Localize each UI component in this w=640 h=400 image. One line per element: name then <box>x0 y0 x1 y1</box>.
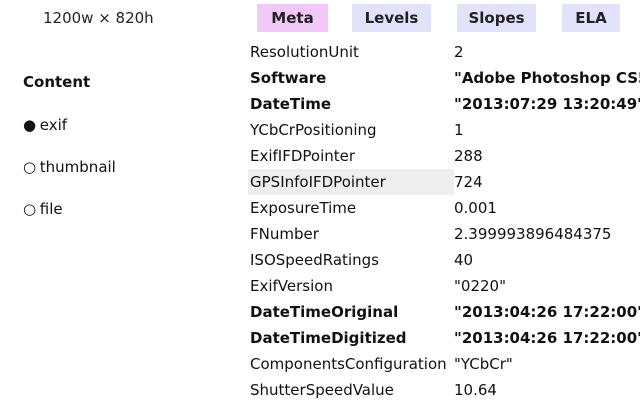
metadata-value: 2.399993896484375 <box>454 225 612 243</box>
metadata-value: 0.001 <box>454 199 497 217</box>
metadata-key: Software <box>250 69 327 87</box>
metadata-value: "2013:04:26 17:22:00" <box>454 329 640 347</box>
radio-unselected-icon: ○ <box>23 200 37 218</box>
metadata-key: ISOSpeedRatings <box>250 251 379 269</box>
radio-unselected-icon: ○ <box>23 158 37 176</box>
radio-label: exif <box>39 116 68 134</box>
metadata-value: 2 <box>454 43 464 61</box>
table-row: ExposureTime 0.001 <box>248 195 640 221</box>
metadata-value: 10.64 <box>454 381 497 399</box>
table-row: YCbCrPositioning 1 <box>248 117 640 143</box>
table-row: ISOSpeedRatings 40 <box>248 247 640 273</box>
table-row: DateTimeOriginal "2013:04:26 17:22:00" <box>248 299 640 325</box>
table-row: ComponentsConfiguration "YCbCr" <box>248 351 640 377</box>
metadata-value: 40 <box>454 251 474 269</box>
tab-meta[interactable]: Meta <box>257 4 328 32</box>
metadata-key: YCbCrPositioning <box>250 121 377 139</box>
metadata-key: DateTime <box>250 95 332 113</box>
table-row: ShutterSpeedValue 10.64 <box>248 377 640 400</box>
metadata-value: "2013:04:26 17:22:00" <box>454 303 640 321</box>
metadata-key: ShutterSpeedValue <box>250 381 394 399</box>
table-row: DateTime "2013:07:29 13:20:49" <box>248 91 640 117</box>
metadata-key: ExifVersion <box>250 277 333 295</box>
radio-file[interactable]: ○ file <box>23 199 63 219</box>
tab-slopes[interactable]: Slopes <box>457 4 536 32</box>
metadata-key: ComponentsConfiguration <box>250 355 447 373</box>
radio-label: thumbnail <box>39 158 116 176</box>
table-row: ExifIFDPointer 288 <box>248 143 640 169</box>
sidebar-title: Content <box>23 73 91 91</box>
metadata-table: ResolutionUnit 2 Software "Adobe Photoshop … <box>248 39 640 400</box>
metadata-value: 1 <box>454 121 464 139</box>
radio-label: file <box>39 200 63 218</box>
metadata-key: FNumber <box>250 225 319 243</box>
metadata-value: "0220" <box>454 277 506 295</box>
tab-levels[interactable]: Levels <box>352 4 431 32</box>
metadata-key: ExposureTime <box>250 199 357 217</box>
table-row: GPSInfoIFDPointer 724 <box>248 169 640 195</box>
metadata-key: ResolutionUnit <box>250 43 359 61</box>
table-row: FNumber 2.399993896484375 <box>248 221 640 247</box>
metadata-value: "Adobe Photoshop CS5 W <box>454 69 640 87</box>
metadata-key: GPSInfoIFDPointer <box>248 169 454 195</box>
metadata-value: 288 <box>454 147 483 165</box>
image-dimensions: 1200w × 820h <box>43 9 154 27</box>
table-row: ExifVersion "0220" <box>248 273 640 299</box>
metadata-value: 724 <box>454 173 483 191</box>
metadata-key: ExifIFDPointer <box>250 147 356 165</box>
metadata-key: DateTimeDigitized <box>250 329 407 347</box>
table-row: DateTimeDigitized "2013:04:26 17:22:00" <box>248 325 640 351</box>
table-row: Software "Adobe Photoshop CS5 W <box>248 65 640 91</box>
metadata-value: "2013:07:29 13:20:49" <box>454 95 640 113</box>
metadata-value: "YCbCr" <box>454 355 513 373</box>
radio-selected-icon: ● <box>23 116 37 134</box>
radio-thumbnail[interactable]: ○ thumbnail <box>23 157 116 177</box>
meta-viewer-page: 1200w × 820h Meta Levels Slopes ELA Cont… <box>0 0 640 400</box>
tab-ela[interactable]: ELA <box>562 4 620 32</box>
radio-exif[interactable]: ● exif <box>23 115 67 135</box>
table-row: ResolutionUnit 2 <box>248 39 640 65</box>
metadata-key: DateTimeOriginal <box>250 303 399 321</box>
